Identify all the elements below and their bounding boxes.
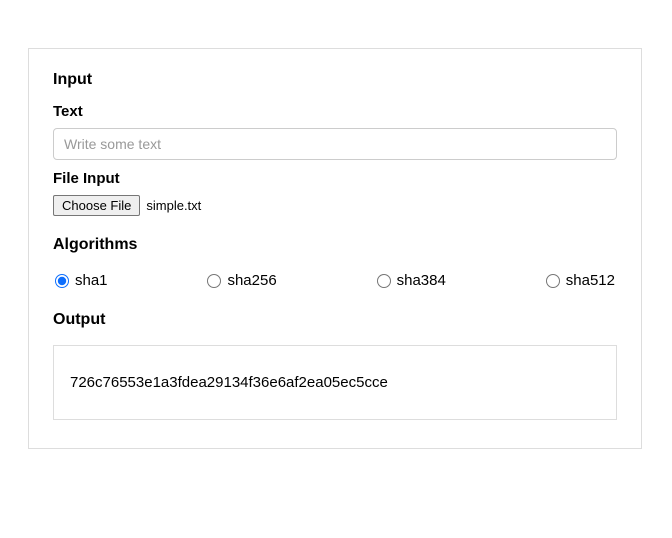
algo-label-sha512: sha512 xyxy=(566,272,615,289)
algo-label-sha256: sha256 xyxy=(227,272,276,289)
output-title: Output xyxy=(53,311,617,329)
algo-option-sha384[interactable]: sha384 xyxy=(377,272,446,289)
file-input-row: Choose File simple.txt xyxy=(53,195,617,216)
choose-file-button[interactable]: Choose File xyxy=(53,195,140,216)
main-panel: Input Text File Input Choose File simple… xyxy=(28,48,642,449)
algo-radio-sha256[interactable] xyxy=(207,274,221,288)
output-value: 726c76553e1a3fdea29134f36e6af2ea05ec5cce xyxy=(70,374,388,391)
algo-option-sha256[interactable]: sha256 xyxy=(207,272,276,289)
algo-option-sha1[interactable]: sha1 xyxy=(55,272,108,289)
text-input[interactable] xyxy=(53,128,617,160)
algorithms-title: Algorithms xyxy=(53,236,617,254)
text-label: Text xyxy=(53,103,617,120)
algo-radio-sha1[interactable] xyxy=(55,274,69,288)
algo-label-sha384: sha384 xyxy=(397,272,446,289)
algo-option-sha512[interactable]: sha512 xyxy=(546,272,615,289)
output-box: 726c76553e1a3fdea29134f36e6af2ea05ec5cce xyxy=(53,345,617,420)
file-name-display: simple.txt xyxy=(146,198,201,213)
algorithms-row: sha1 sha256 sha384 sha512 xyxy=(53,272,617,289)
algo-radio-sha512[interactable] xyxy=(546,274,560,288)
algo-label-sha1: sha1 xyxy=(75,272,108,289)
file-input-label: File Input xyxy=(53,170,617,187)
algo-radio-sha384[interactable] xyxy=(377,274,391,288)
input-section-title: Input xyxy=(53,71,617,89)
